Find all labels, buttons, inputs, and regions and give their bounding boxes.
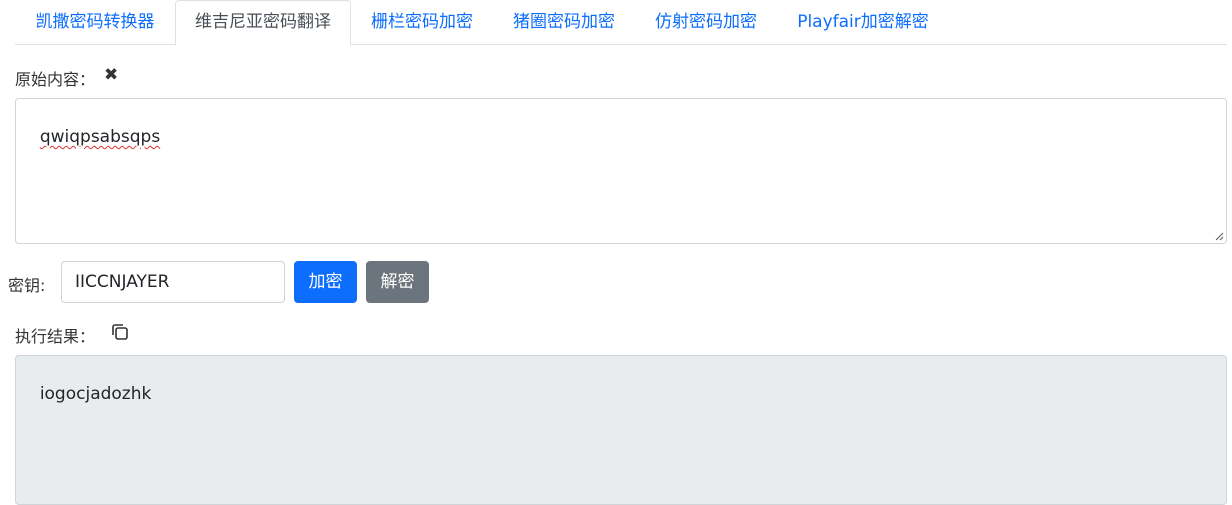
key-label: 密钥: — [8, 276, 46, 295]
tab-label: 栅栏密码加密 — [371, 12, 473, 32]
tab-label: 猪圈密码加密 — [513, 12, 615, 32]
tab-affine[interactable]: 仿射密码加密 — [635, 0, 777, 45]
close-icon[interactable]: ✖ — [104, 66, 120, 84]
output-textarea[interactable]: iogocjadozhk — [15, 355, 1227, 505]
input-text: qwiqpsabsqps — [39, 127, 161, 147]
output-text: iogocjadozhk — [39, 384, 152, 404]
key-input[interactable]: IICCNJAYER — [61, 261, 285, 303]
encrypt-button[interactable]: 加密 — [294, 261, 357, 303]
output-label: 执行结果： — [15, 327, 96, 346]
tab-caesar[interactable]: 凯撒密码转换器 — [15, 0, 175, 45]
tab-rail-fence[interactable]: 栅栏密码加密 — [351, 0, 493, 45]
cipher-tabs: 凯撒密码转换器 维吉尼亚密码翻译 栅栏密码加密 猪圈密码加密 仿射密码加密 Pl… — [15, 0, 1227, 46]
tab-vigenere[interactable]: 维吉尼亚密码翻译 — [175, 0, 351, 46]
input-label: 原始内容： — [15, 70, 96, 89]
tab-label: 仿射密码加密 — [655, 12, 757, 32]
copy-icon[interactable] — [110, 322, 130, 342]
input-textarea[interactable]: qwiqpsabsqps — [15, 98, 1227, 244]
resize-handle-icon[interactable] — [1214, 231, 1224, 241]
decrypt-button[interactable]: 解密 — [366, 261, 429, 303]
tab-playfair[interactable]: Playfair加密解密 — [777, 0, 949, 45]
tab-label: 凯撒密码转换器 — [35, 12, 155, 32]
tab-pigpen[interactable]: 猪圈密码加密 — [493, 0, 635, 45]
tab-label: Playfair加密解密 — [797, 12, 929, 32]
tab-label: 维吉尼亚密码翻译 — [195, 12, 331, 32]
